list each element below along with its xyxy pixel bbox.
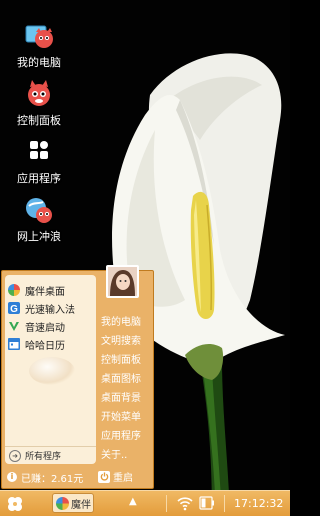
menu-item-start-menu[interactable]: 开始菜单 (101, 408, 141, 423)
restart-label: 重启 (113, 473, 133, 484)
applications-icon (30, 141, 48, 159)
taskbar-item-label: 魔伴 (71, 499, 91, 511)
tray-divider (224, 495, 225, 512)
pinwheel-icon (8, 284, 20, 296)
menu-item-search[interactable]: 文明搜索 (101, 332, 141, 347)
tray-expand-icon[interactable]: ▲ (129, 496, 137, 507)
taskbar: 魔伴 ▲ 17:12:32 (0, 490, 290, 516)
v-launch-icon (9, 322, 19, 331)
app-item-label: 音速启动 (25, 322, 65, 334)
app-item-label: 光速输入法 (25, 304, 75, 316)
desktop-icon-applications[interactable]: 应用程序 (4, 136, 74, 186)
start-clover-icon[interactable] (6, 495, 24, 513)
menu-item-my-computer[interactable]: 我的电脑 (101, 313, 141, 328)
app-item-haha-calendar[interactable]: 哈哈日历 (8, 335, 65, 353)
start-menu-footer: i 已赚：2.61元 重启 (2, 467, 153, 487)
my-computer-icon (25, 25, 53, 48)
user-photo-icon (108, 267, 137, 296)
power-icon (98, 470, 110, 483)
calendar-icon (8, 338, 20, 350)
wifi-icon[interactable] (177, 495, 193, 511)
battery-icon[interactable] (199, 496, 215, 510)
system-clock[interactable]: 17:12:32 (234, 497, 283, 510)
menu-item-applications[interactable]: 应用程序 (101, 427, 141, 442)
user-avatar[interactable] (106, 265, 139, 298)
app-item-label: 哈哈日历 (25, 340, 65, 352)
start-menu-app-panel: 魔伴桌面 G 光速输入法 音速启动 哈哈日历 ➜ 所有程序 (5, 275, 96, 464)
all-programs-label: 所有程序 (25, 452, 62, 462)
pinwheel-icon (56, 496, 69, 510)
earned-amount: 已赚：2.61元 (21, 473, 84, 485)
start-menu: 魔伴桌面 G 光速输入法 音速启动 哈哈日历 ➜ 所有程序 我的电脑 文明搜索 … (1, 265, 154, 489)
desktop-icon-internet[interactable]: 网上冲浪 (4, 194, 74, 244)
desktop-icon-my-computer[interactable]: 我的电脑 (4, 20, 74, 70)
taskbar-item-moban[interactable]: 魔伴 (52, 493, 94, 513)
svg-text:G: G (10, 304, 18, 314)
menu-item-control-panel[interactable]: 控制面板 (101, 351, 141, 366)
app-item-label: 魔伴桌面 (25, 286, 65, 298)
internet-icon (26, 198, 52, 223)
desktop-icon-label: 网上冲浪 (17, 230, 61, 243)
tray-divider (166, 495, 167, 512)
app-item-guangsu-ime[interactable]: G 光速输入法 (8, 299, 75, 317)
control-panel-icon (28, 80, 50, 106)
app-item-moban-desktop[interactable]: 魔伴桌面 (8, 281, 65, 299)
desktop-icon-label: 应用程序 (17, 172, 61, 185)
app-item-yinsu-launch[interactable]: 音速启动 (8, 317, 65, 335)
menu-item-about[interactable]: 关于.. (101, 446, 127, 461)
menu-item-desktop-background[interactable]: 桌面背景 (101, 389, 141, 404)
water-drop-decoration (29, 357, 75, 385)
desktop-icon-label: 我的电脑 (17, 56, 61, 69)
restart-button[interactable]: 重启 (98, 469, 133, 484)
desktop-icon-control-panel[interactable]: 控制面板 (4, 78, 74, 128)
keyboard-g-icon: G (8, 302, 20, 314)
arrow-right-icon: ➜ (9, 449, 21, 462)
desktop-icon-label: 控制面板 (17, 114, 61, 127)
info-icon: i (7, 472, 17, 482)
all-programs-button[interactable]: ➜ 所有程序 (5, 446, 96, 464)
menu-item-desktop-icons[interactable]: 桌面图标 (101, 370, 141, 385)
